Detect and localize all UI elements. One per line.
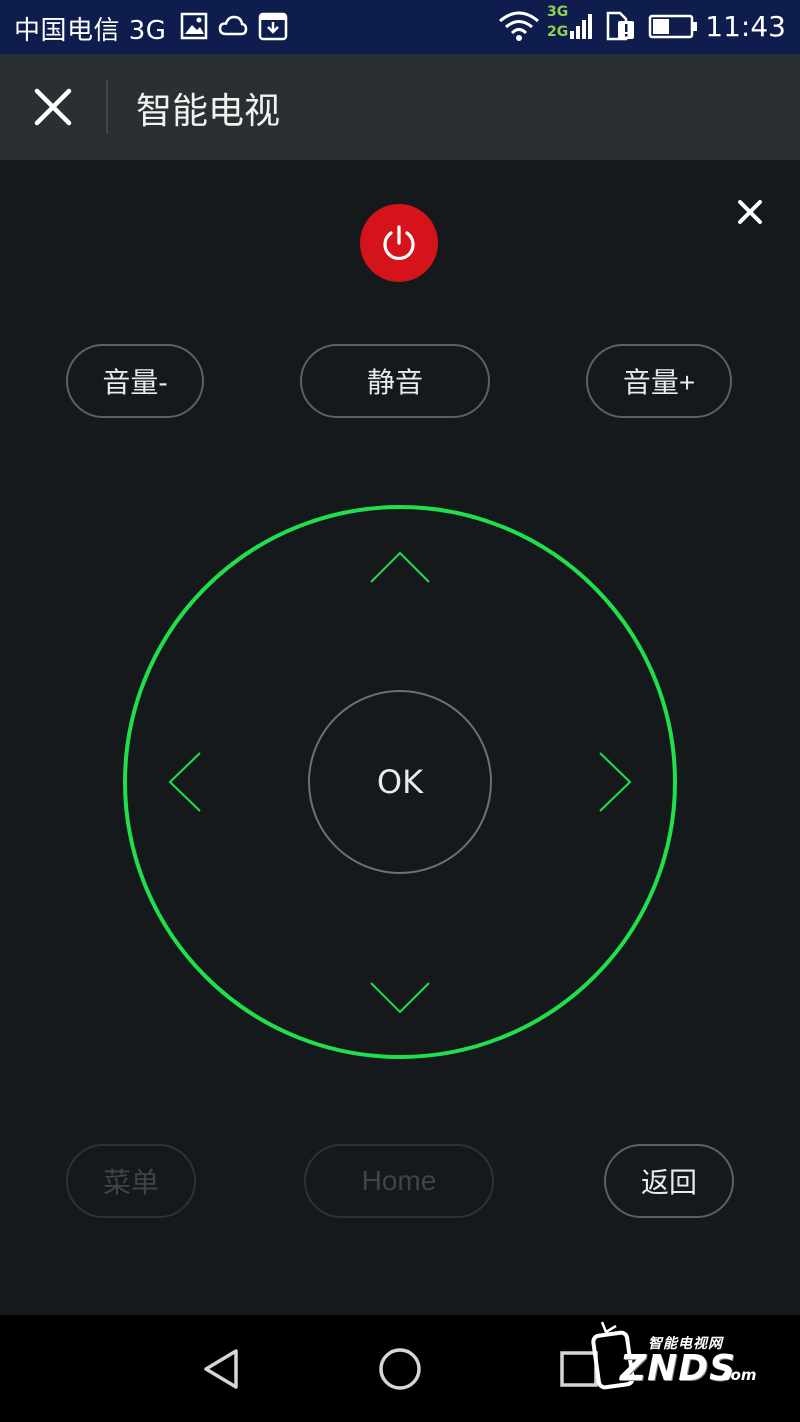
close-button[interactable] <box>24 78 82 136</box>
power-icon <box>383 225 415 261</box>
status-clock: 11:43 <box>705 10 786 43</box>
home-button[interactable]: Home <box>304 1144 494 1218</box>
network-2g-label: 2G <box>547 24 569 40</box>
dpad-right-chevron-icon[interactable] <box>596 750 636 814</box>
carrier-label: 中国电信 3G <box>14 16 167 46</box>
sim-alert-icon <box>606 11 634 41</box>
power-button[interactable] <box>360 204 438 282</box>
title-divider <box>106 80 108 134</box>
battery-icon <box>648 14 697 39</box>
cell-signal-icon <box>570 14 592 39</box>
wifi-icon <box>499 11 539 41</box>
dpad-left-chevron-icon[interactable] <box>164 750 204 814</box>
home-circle-icon[interactable] <box>376 1345 424 1393</box>
download-box-icon <box>258 12 288 41</box>
dpad-up-chevron-icon[interactable] <box>368 548 432 588</box>
dismiss-remote-button[interactable] <box>730 192 770 232</box>
mute-button[interactable]: 静音 <box>300 344 490 418</box>
network-3g-label: 3G <box>547 4 569 20</box>
cloud-icon <box>218 15 248 36</box>
title-bar: 智能电视 <box>0 54 800 160</box>
back-triangle-icon[interactable] <box>198 1345 246 1393</box>
ok-button[interactable]: OK <box>308 690 492 874</box>
volume-down-button[interactable]: 音量- <box>66 344 204 418</box>
status-bar: 中国电信 3G 3G 2G 11:43 <box>0 0 800 54</box>
gallery-icon <box>180 12 208 40</box>
watermark-suffix: .com <box>716 1366 757 1384</box>
volume-up-button[interactable]: 音量+ <box>586 344 732 418</box>
close-icon <box>738 200 762 224</box>
dpad-down-chevron-icon[interactable] <box>368 978 432 1018</box>
menu-button[interactable]: 菜单 <box>66 1144 196 1218</box>
page-title: 智能电视 <box>136 91 281 132</box>
back-button[interactable]: 返回 <box>604 1144 734 1218</box>
close-icon <box>34 88 72 126</box>
